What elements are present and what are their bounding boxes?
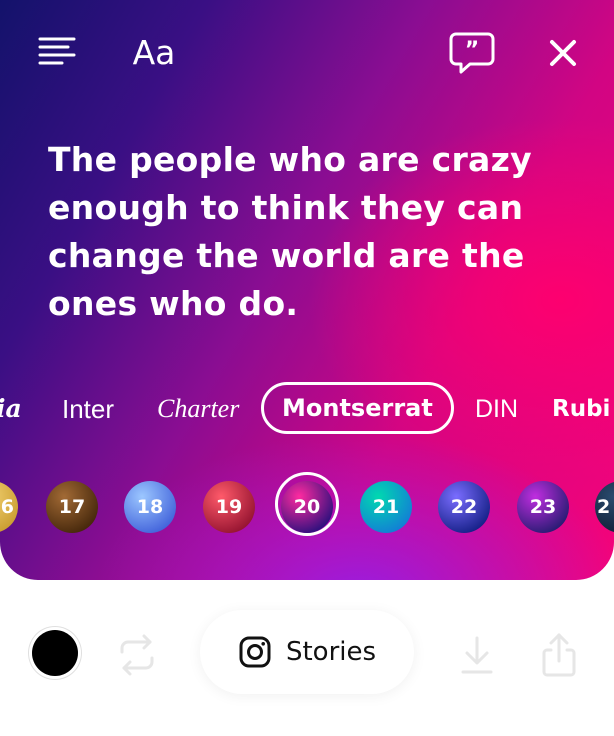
close-button[interactable] — [540, 30, 586, 76]
font-option-charter[interactable]: Charter — [157, 382, 239, 436]
share-icon — [542, 633, 576, 677]
font-option-montserrat[interactable]: Montserrat — [261, 382, 454, 434]
quote-button[interactable]: ” — [446, 30, 498, 76]
font-button[interactable]: Aa — [124, 30, 184, 74]
instagram-icon — [239, 636, 271, 668]
swatch-19[interactable]: 19 — [203, 481, 255, 533]
svg-text:”: ” — [465, 38, 479, 63]
font-option-rubik[interactable]: Rubi — [552, 382, 610, 436]
download-button[interactable] — [452, 632, 502, 680]
quote-text[interactable]: The people who are crazy enough to think… — [48, 136, 578, 328]
download-icon — [461, 636, 493, 674]
swatch-6-label: 6 — [0, 496, 14, 518]
font-option-ia[interactable]: ia — [0, 382, 22, 436]
text-align-icon — [38, 37, 76, 65]
font-option-inter[interactable]: Inter — [62, 382, 114, 436]
swatch-22[interactable]: 22 — [438, 481, 490, 533]
text-color-button[interactable] — [32, 630, 78, 676]
share-button[interactable] — [534, 630, 584, 680]
stories-label: Stories — [285, 637, 377, 667]
share-to-stories-button[interactable]: Stories — [200, 610, 414, 694]
font-picker: ia Inter Charter Montserrat DIN Rubi — [0, 382, 614, 438]
swatch-20[interactable]: 20 — [281, 481, 333, 533]
text-align-button[interactable] — [30, 30, 82, 74]
repeat-icon — [120, 634, 154, 676]
quote-bubble-icon: ” — [449, 32, 495, 74]
swatch-21[interactable]: 21 — [360, 481, 412, 533]
background-picker: 6 17 18 19 20 21 22 23 2 — [0, 470, 614, 544]
swatch-18[interactable]: 18 — [124, 481, 176, 533]
close-icon — [550, 40, 576, 66]
card-toolbar: Aa ” — [0, 0, 614, 100]
quote-card: Aa ” The people who are crazy enough to … — [0, 0, 614, 580]
swatch-24[interactable]: 2 — [595, 481, 614, 533]
swatch-23[interactable]: 23 — [517, 481, 569, 533]
shuffle-button[interactable] — [112, 632, 162, 678]
swatch-6[interactable]: 6 — [0, 481, 18, 533]
swatch-17[interactable]: 17 — [46, 481, 98, 533]
bottom-toolbar: Stories — [0, 596, 614, 716]
font-option-din[interactable]: DIN — [475, 382, 518, 436]
